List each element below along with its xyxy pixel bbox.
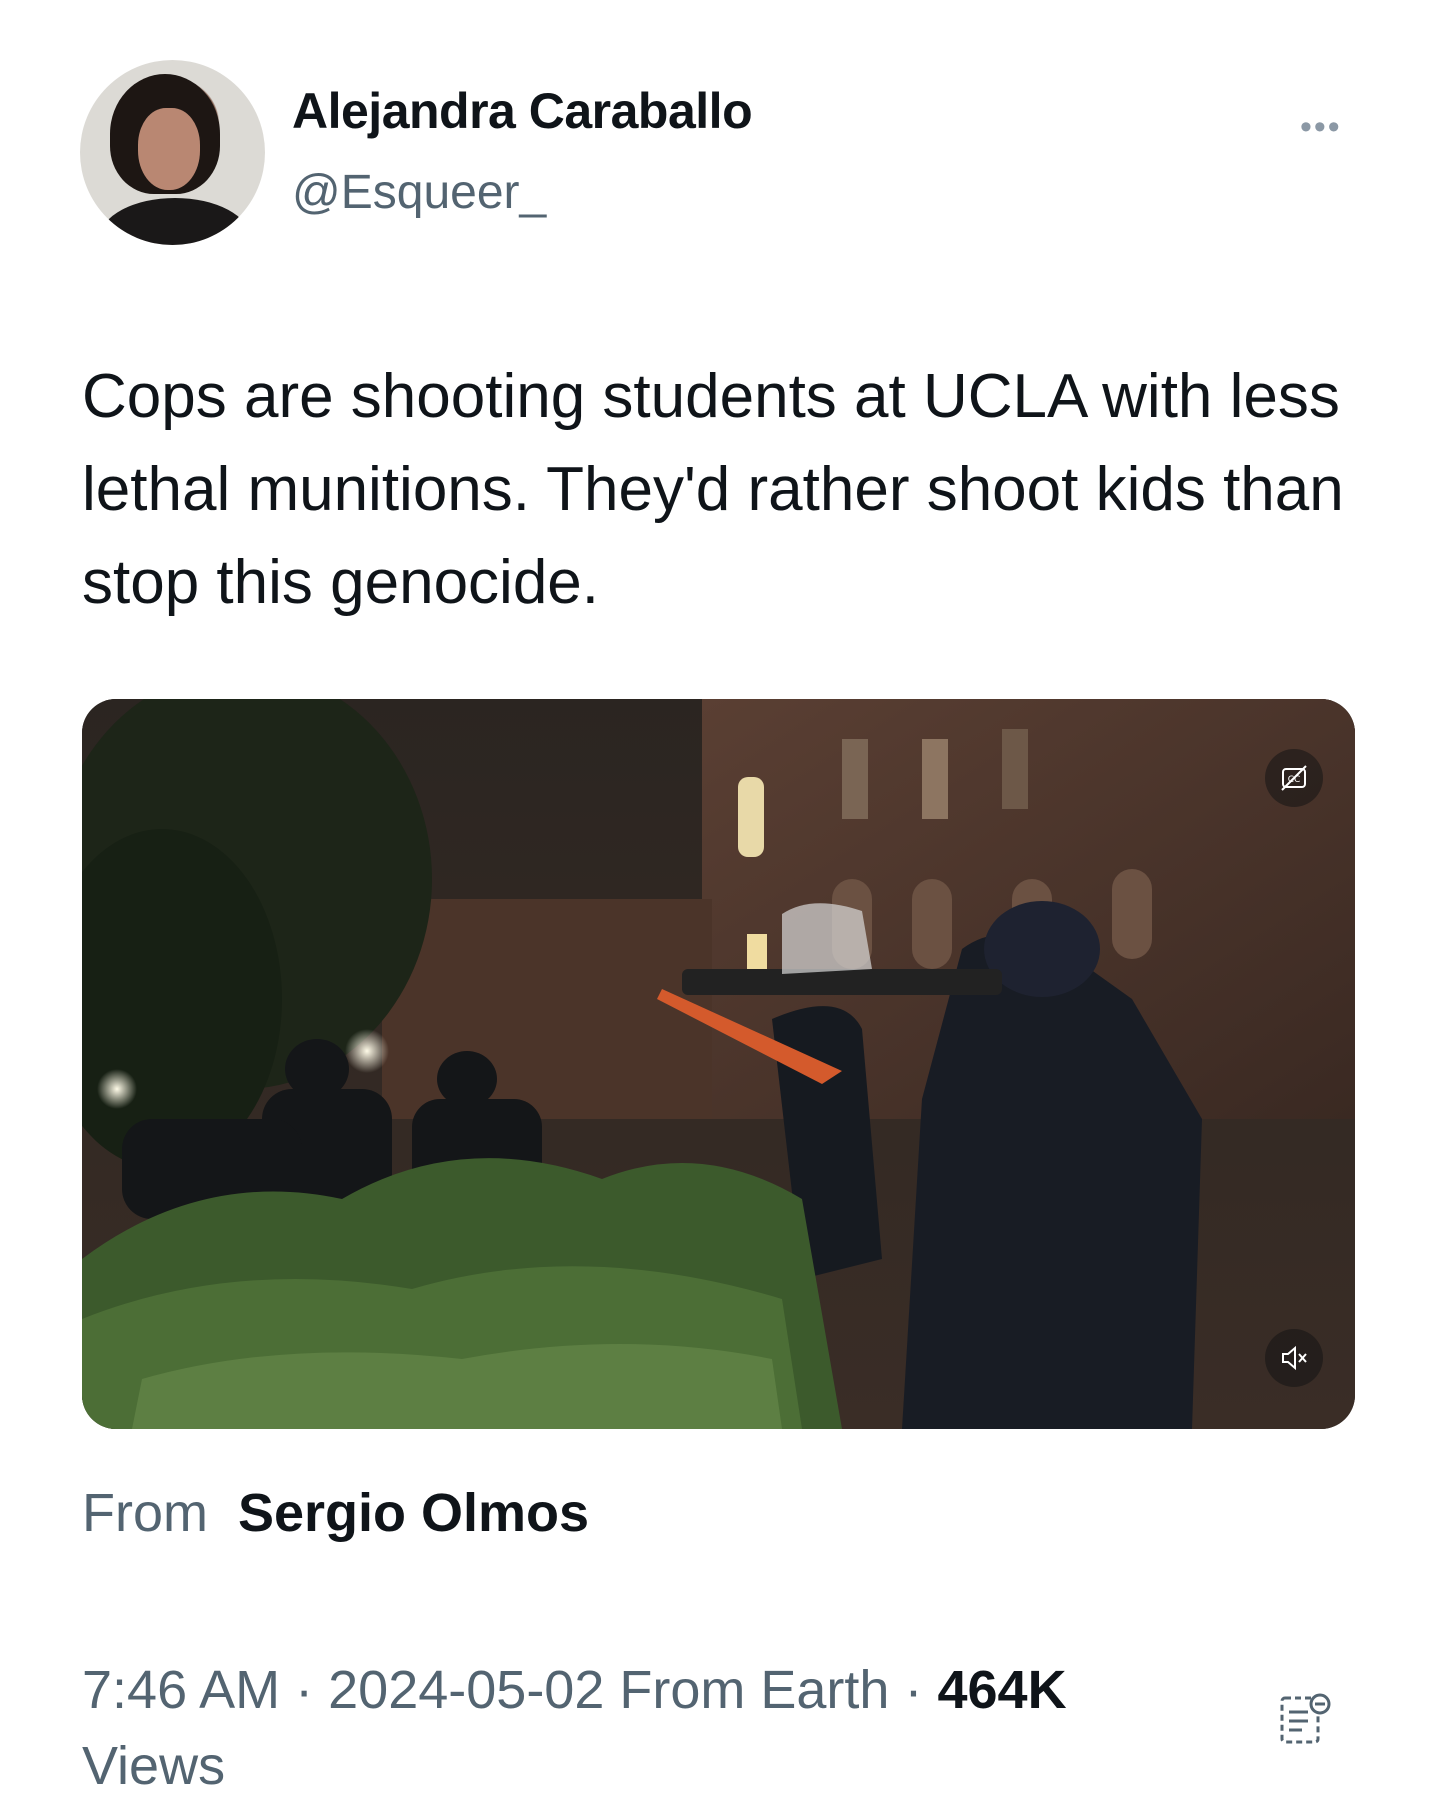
- author-handle[interactable]: @Esqueer_: [292, 165, 546, 220]
- more-options-icon[interactable]: •••: [1300, 108, 1342, 147]
- tweet-location: From Earth: [619, 1660, 890, 1720]
- tweet-time[interactable]: 7:46 AM: [82, 1660, 280, 1720]
- views-count: 464K: [937, 1660, 1067, 1720]
- community-notes-icon[interactable]: [1276, 1690, 1336, 1755]
- video-frame: [82, 699, 1355, 1429]
- views-label: Views: [82, 1736, 226, 1796]
- tweet-meta: 7:46 AM · 2024-05-02 From Earth · 464K V…: [82, 1652, 1232, 1804]
- separator-dot: ·: [295, 1660, 314, 1720]
- tweet-date[interactable]: 2024-05-02: [328, 1660, 604, 1720]
- video-attribution: From Sergio Olmos: [82, 1482, 589, 1544]
- avatar-body: [100, 198, 250, 245]
- video-player[interactable]: CC: [82, 699, 1355, 1429]
- attribution-label: From: [82, 1483, 208, 1543]
- attribution-source[interactable]: Sergio Olmos: [238, 1483, 589, 1543]
- muted-speaker-icon[interactable]: [1265, 1329, 1323, 1387]
- tweet-text: Cops are shooting students at UCLA with …: [82, 362, 1344, 617]
- captions-off-icon[interactable]: CC: [1265, 749, 1323, 807]
- avatar-face: [138, 108, 200, 190]
- author-avatar[interactable]: [80, 60, 265, 245]
- separator-dot: ·: [904, 1660, 923, 1720]
- author-name[interactable]: Alejandra Caraballo: [292, 82, 753, 140]
